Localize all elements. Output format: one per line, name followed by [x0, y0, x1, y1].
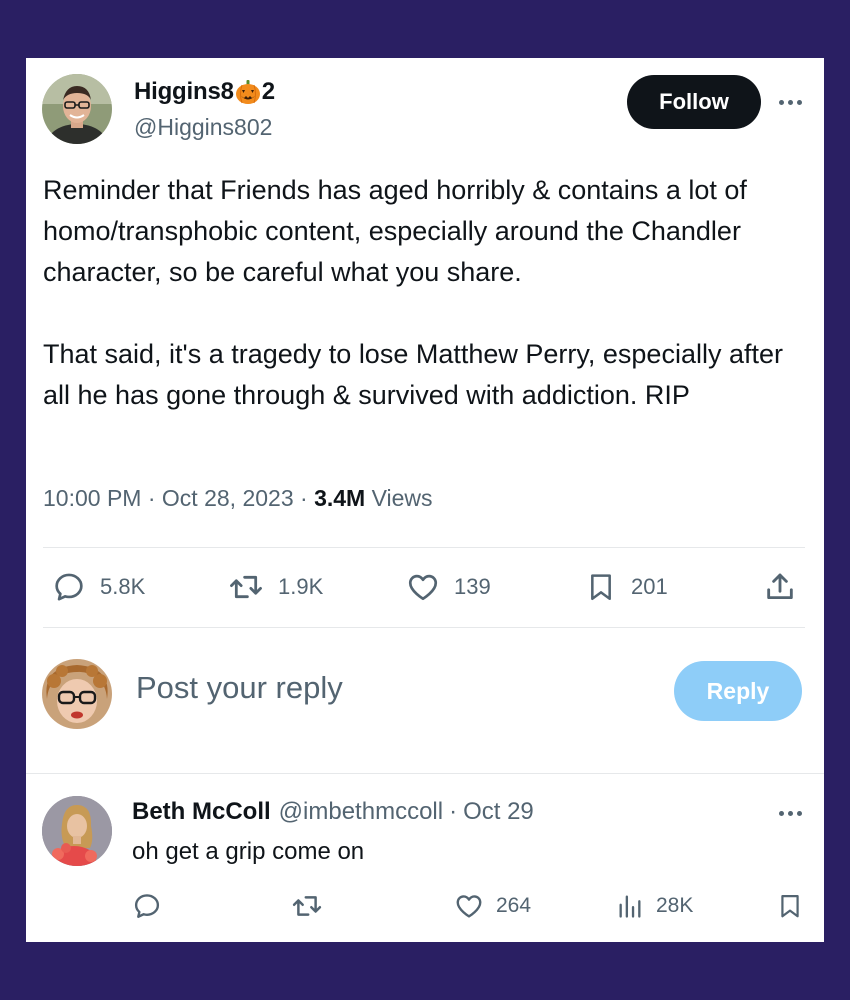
author-name[interactable]: Higgins8 2 [134, 78, 275, 106]
reply-author-handle[interactable]: @imbethmccoll [279, 798, 443, 826]
like-icon [408, 574, 438, 601]
reply-repost-action[interactable] [291, 891, 323, 921]
reply-separator: · [449, 798, 458, 825]
share-action[interactable] [763, 570, 797, 604]
current-user-avatar[interactable] [42, 659, 112, 729]
reply-reply-action[interactable] [132, 891, 162, 921]
share-icon [767, 573, 793, 600]
meta-separator: · [300, 485, 308, 511]
divider [26, 773, 824, 774]
author-handle[interactable]: @Higgins802 [134, 114, 272, 141]
more-icon[interactable] [779, 100, 802, 105]
reply-icon [134, 894, 160, 918]
bookmark-count: 201 [631, 574, 668, 599]
tweet-time[interactable]: 10:00 PM [43, 485, 141, 511]
reply-header: Beth McColl @imbethmccoll · Oct 29 [132, 798, 534, 826]
views-count: 3.4M [314, 485, 366, 511]
reply-button[interactable]: Reply [674, 661, 802, 721]
author-name-part-1: Higgins8 [134, 78, 234, 105]
reply-action[interactable]: 5.8K [52, 570, 145, 604]
reply-bookmark-action[interactable] [776, 891, 804, 921]
like-action[interactable]: 139 [406, 570, 491, 604]
reply-text: oh get a grip come on [132, 838, 365, 865]
reply-date[interactable]: Oct 29 [463, 798, 534, 826]
repost-count: 1.9K [278, 574, 324, 599]
reply-like-count: 264 [496, 894, 532, 917]
reply-author-avatar[interactable] [42, 796, 112, 866]
divider [43, 627, 805, 628]
tweet-card: Higgins8 2 @Higgins802 Follow Reminder t… [26, 58, 824, 942]
reply-input[interactable]: Post your reply [136, 670, 343, 706]
author-name-part-2: 2 [261, 78, 275, 105]
reply-views-action[interactable]: 28K [616, 891, 693, 921]
tweet-date[interactable]: Oct 28, 2023 [162, 485, 294, 511]
follow-button[interactable]: Follow [627, 75, 761, 129]
meta-separator: · [147, 485, 156, 511]
views-label: Views [371, 485, 433, 511]
bookmark-icon [781, 894, 799, 918]
tweet-text: Reminder that Friends has aged horribly … [43, 175, 783, 410]
reply-like-action[interactable]: 264 [454, 891, 531, 921]
tweet-meta: 10:00 PM · Oct 28, 2023 · 3.4M Views [43, 485, 433, 512]
like-icon [456, 895, 482, 918]
jack-o-lantern-emoji [235, 80, 260, 104]
bookmark-icon [591, 574, 611, 600]
like-count: 139 [454, 574, 491, 599]
repost-action[interactable]: 1.9K [228, 570, 323, 604]
reply-count: 5.8K [100, 574, 146, 599]
repost-icon [230, 575, 262, 599]
views-icon [619, 895, 641, 918]
reply-more-icon[interactable] [779, 811, 802, 816]
reply-views-count: 28K [656, 894, 694, 917]
repost-icon [292, 896, 322, 916]
divider [43, 547, 805, 548]
bookmark-action[interactable]: 201 [585, 570, 668, 604]
reply-author-name[interactable]: Beth McColl [132, 798, 271, 826]
reply-icon [55, 573, 83, 601]
author-avatar[interactable] [42, 74, 112, 144]
